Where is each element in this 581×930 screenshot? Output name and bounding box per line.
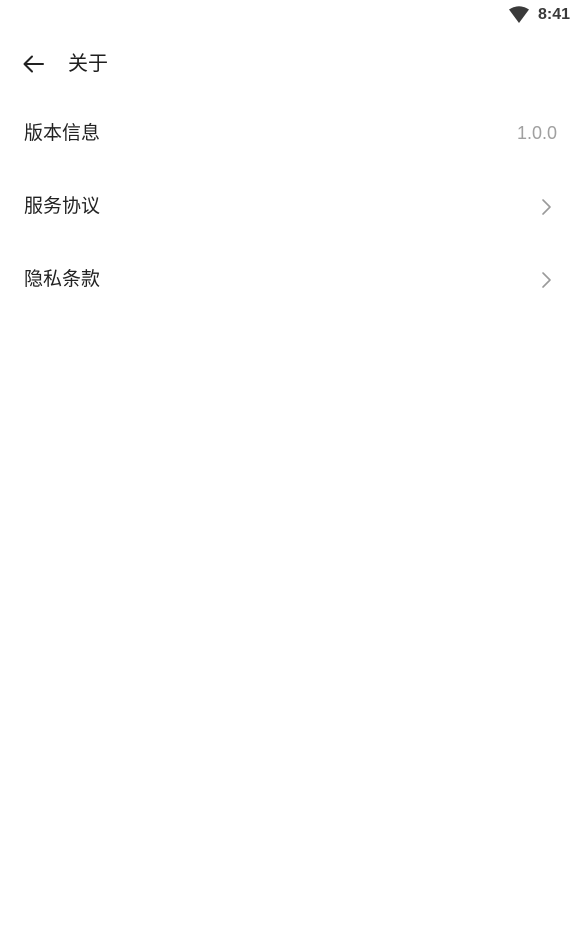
- status-bar: 8:41: [0, 0, 581, 30]
- list-item-version-info[interactable]: 版本信息 1.0.0: [0, 96, 581, 169]
- list-item-label: 隐私条款: [24, 268, 101, 290]
- page-title: 关于: [68, 51, 108, 75]
- list-item-service-agreement[interactable]: 服务协议: [0, 169, 581, 242]
- settings-list: 版本信息 1.0.0 服务协议 隐私条款: [0, 96, 581, 315]
- chevron-right-icon: [539, 197, 553, 217]
- status-time: 8:41: [538, 6, 571, 23]
- wifi-icon: [508, 6, 530, 24]
- chevron-right-icon: [539, 270, 553, 290]
- list-item-privacy-policy[interactable]: 隐私条款: [0, 242, 581, 315]
- arrow-left-icon: [18, 50, 48, 78]
- app-bar: 关于: [0, 42, 581, 86]
- list-item-label: 服务协议: [24, 195, 101, 217]
- back-button[interactable]: [18, 50, 48, 78]
- list-item-label: 版本信息: [24, 122, 101, 144]
- version-value: 1.0.0: [516, 123, 557, 143]
